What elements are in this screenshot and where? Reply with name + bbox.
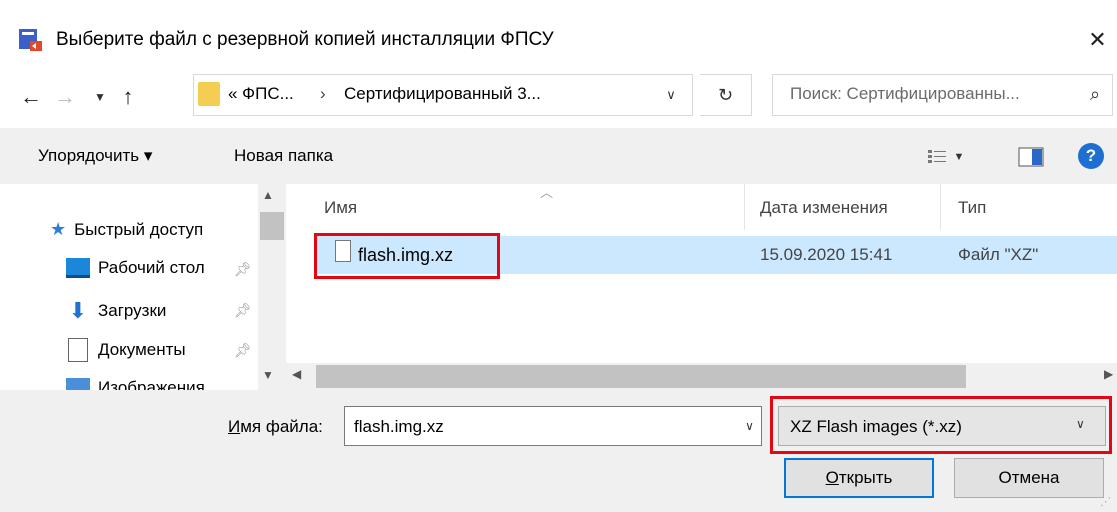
sidebar-item-label: Быстрый доступ (74, 219, 204, 239)
chevron-down-icon: ∨ (745, 419, 754, 433)
preview-pane-icon[interactable] (1018, 145, 1046, 169)
sidebar-item-downloads[interactable]: ⬇ Загрузки (66, 298, 167, 324)
forward-button[interactable]: → (52, 80, 78, 114)
search-icon[interactable]: ⌕ (1083, 80, 1107, 108)
column-header-name[interactable]: Имя (324, 198, 357, 218)
refresh-button[interactable]: ↻ (700, 74, 752, 116)
filename-label: Имя файла: (228, 417, 323, 436)
breadcrumb-separator[interactable]: › (320, 84, 326, 104)
sidebar-item-label: Изображения (98, 378, 205, 390)
sidebar-item-quick-access[interactable]: ★ Быстрый доступ (50, 219, 203, 240)
sidebar-item-pictures[interactable]: Изображения (66, 378, 205, 390)
file-date: 15.09.2020 15:41 (760, 245, 893, 264)
chevron-down-icon: ∨ (666, 87, 676, 102)
column-header-date[interactable]: Дата изменения (760, 198, 888, 218)
file-type: Файл "XZ" (958, 245, 1039, 264)
change-view-button[interactable]: ▼ (918, 142, 974, 172)
sidebar-scroll-thumb[interactable] (260, 212, 284, 240)
search-placeholder[interactable]: Поиск: Сертифицированны... (790, 84, 1070, 104)
cancel-button[interactable]: Отмена (954, 458, 1104, 498)
back-button[interactable]: ← (18, 80, 44, 114)
window-title: Выберите файл с резервной копией инсталл… (56, 29, 554, 50)
column-divider[interactable] (940, 184, 941, 230)
up-button[interactable]: ↑ (115, 80, 141, 114)
pictures-icon (66, 378, 90, 390)
desktop-icon (66, 258, 90, 278)
file-list (286, 184, 1117, 390)
pin-icon[interactable]: 📌︎ (234, 261, 252, 278)
close-button[interactable]: ✕ (1078, 20, 1117, 60)
scroll-left-icon[interactable]: ◀ (292, 367, 301, 381)
folder-icon (198, 82, 220, 106)
documents-icon (68, 338, 88, 362)
column-header-type[interactable]: Тип (958, 198, 986, 218)
breadcrumb-parent[interactable]: « ФПС... (228, 84, 294, 104)
filename-value[interactable]: flash.img.xz (354, 417, 444, 437)
sidebar-item-desktop[interactable]: Рабочий стол (66, 258, 205, 278)
highlight-box (770, 396, 1112, 454)
recent-locations-button[interactable]: ▼ (87, 80, 113, 114)
address-dropdown-button[interactable]: ∨ (655, 80, 687, 110)
sidebar-item-documents[interactable]: Документы (66, 338, 186, 362)
sidebar-item-label: Рабочий стол (98, 258, 205, 277)
scroll-down-icon[interactable]: ▼ (262, 368, 274, 382)
sort-ascending-icon: ︿ (540, 185, 554, 200)
scroll-up-icon[interactable]: ▲ (262, 188, 274, 202)
filename-dropdown-button[interactable]: ∨ (738, 406, 762, 446)
sidebar-item-label: Загрузки (98, 301, 167, 320)
breadcrumb-current[interactable]: Сертифицированный 3... (344, 84, 541, 104)
open-button[interactable]: Открыть (784, 458, 934, 498)
column-divider[interactable] (744, 184, 745, 230)
highlight-box (314, 233, 500, 279)
resize-grip-icon[interactable]: ⋰ (1100, 495, 1111, 508)
scroll-right-icon[interactable]: ▶ (1104, 367, 1113, 381)
horizontal-scroll-thumb[interactable] (316, 365, 966, 388)
chevron-down-icon: ▼ (953, 151, 965, 163)
chevron-down-icon: ▼ (94, 90, 106, 104)
view-list-icon (927, 150, 946, 163)
pin-icon[interactable]: 📌︎ (234, 342, 252, 359)
download-icon: ⬇ (68, 298, 88, 323)
pin-icon[interactable]: 📌︎ (234, 302, 252, 319)
help-button[interactable]: ? (1078, 143, 1104, 169)
new-folder-button[interactable]: Новая папка (234, 146, 333, 166)
app-icon (19, 29, 42, 51)
star-icon: ★ (50, 219, 67, 239)
sidebar-item-label: Документы (98, 340, 186, 359)
organize-button[interactable]: Упорядочить ▾ (38, 146, 152, 166)
